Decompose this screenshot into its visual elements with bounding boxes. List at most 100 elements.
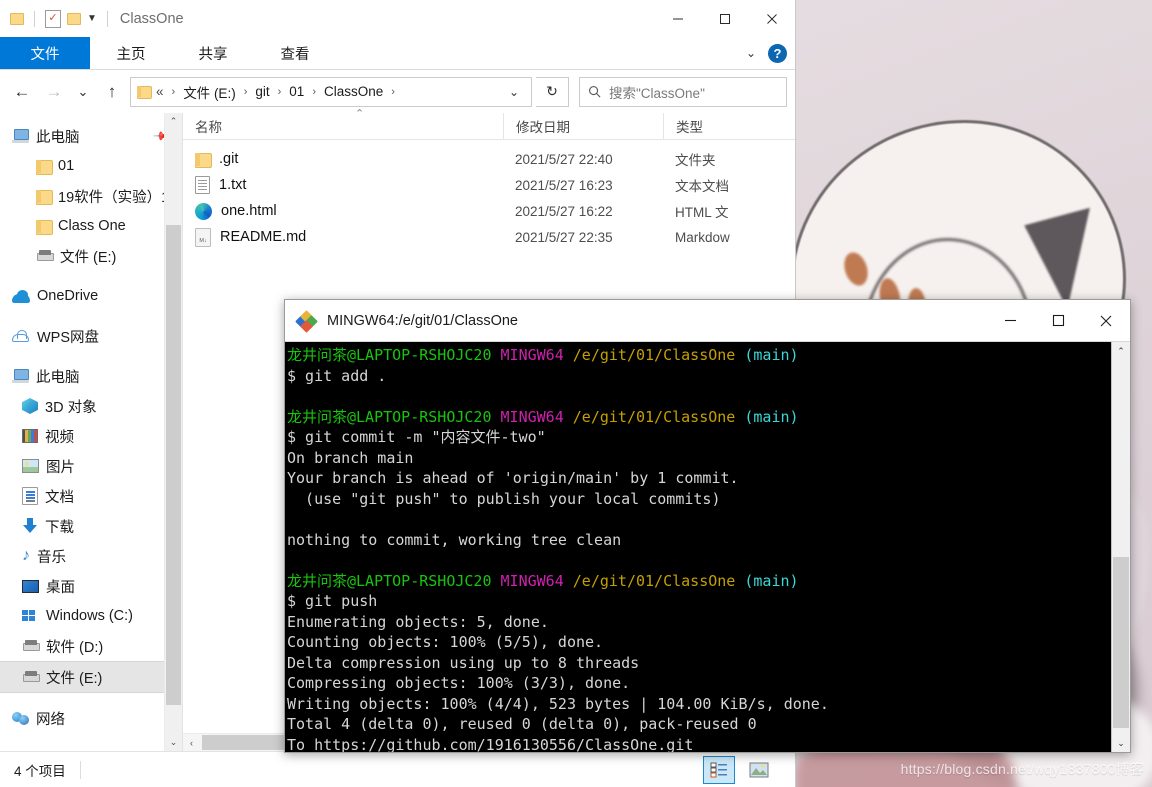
ribbon-right-controls: ⌄ ? (746, 37, 787, 69)
close-button[interactable] (748, 0, 795, 37)
refresh-button[interactable]: ↻ (536, 76, 569, 107)
help-button[interactable]: ? (768, 43, 787, 63)
folder-icon (195, 152, 212, 168)
terminal-body[interactable]: 龙井问茶@LAPTOP-RSHOJC20 MINGW64 /e/git/01/C… (285, 342, 1130, 752)
scrollbar-thumb[interactable] (166, 225, 181, 705)
sidebar-item-network[interactable]: 网络 (0, 703, 182, 733)
breadcrumb-prefix: « (156, 84, 164, 99)
breadcrumb-item-drive[interactable]: 文件 (E:) (180, 80, 239, 104)
details-view-button[interactable] (703, 755, 735, 784)
network-icon (12, 711, 29, 726)
breadcrumb-separator: › (312, 85, 316, 98)
sidebar-item-windows-c[interactable]: Windows (C:) (0, 601, 182, 631)
file-name: 1.txt (219, 177, 247, 193)
video-icon (22, 429, 38, 443)
terminal-line: On branch main (287, 448, 414, 467)
address-dropdown-icon[interactable]: ⌄ (501, 85, 527, 99)
minimize-button[interactable] (654, 0, 701, 37)
terminal-titlebar: MINGW64:/e/git/01/ClassOne (285, 300, 1130, 342)
up-button[interactable]: ↑ (98, 77, 126, 107)
quick-access-toolbar: ▼ ClassOne (0, 9, 184, 28)
navpane-scrollbar[interactable]: ⌃ ⌄ (164, 113, 182, 751)
sidebar-item-quick-pc[interactable]: 此电脑 📌 (0, 121, 182, 151)
sidebar-item-label: 3D 对象 (45, 399, 97, 416)
chevron-down-icon[interactable]: ⌄ (165, 734, 182, 751)
recent-locations-button[interactable]: ⌄ (72, 77, 94, 107)
file-name-cell: M↓ README.md (183, 227, 503, 247)
ribbon-tabs: 文件 主页 共享 查看 ⌄ ? (0, 37, 795, 70)
table-row[interactable]: 1.txt 2021/5/27 16:23 文本文档 (183, 172, 795, 198)
address-breadcrumb-box[interactable]: « › 文件 (E:) › git › 01 › ClassOne › ⌄ (130, 76, 532, 107)
maximize-button[interactable] (701, 0, 748, 37)
sidebar-item-01[interactable]: 01 (0, 151, 182, 181)
chevron-down-icon[interactable]: ⌄ (746, 46, 756, 60)
sidebar-item-label: 网络 (36, 711, 65, 728)
terminal-output[interactable]: 龙井问茶@LAPTOP-RSHOJC20 MINGW64 /e/git/01/C… (285, 342, 1111, 752)
drive-icon (22, 640, 40, 652)
sidebar-item-drive-e-quick[interactable]: 文件 (E:) (0, 241, 182, 271)
properties-checkbox-icon[interactable] (45, 9, 61, 28)
breadcrumb-item-git[interactable]: git (252, 82, 272, 101)
column-header-type[interactable]: 类型 (663, 113, 783, 139)
onedrive-icon (12, 289, 30, 303)
sidebar-item-drive-e[interactable]: 文件 (E:) (0, 661, 182, 693)
sidebar-item-pictures[interactable]: 图片 (0, 451, 182, 481)
sidebar-item-onedrive[interactable]: OneDrive (0, 281, 182, 311)
forward-button[interactable]: → (40, 77, 68, 107)
search-input[interactable]: 搜索"ClassOne" (609, 82, 705, 102)
sidebar-item-label: Class One (58, 218, 126, 234)
sidebar-item-19soft[interactable]: 19软件（实验）1 (0, 181, 182, 211)
column-headers: 名称 修改日期 类型 ⌃ (183, 108, 795, 140)
maximize-button[interactable] (1034, 300, 1082, 341)
tab-view[interactable]: 查看 (254, 37, 336, 69)
close-button[interactable] (1082, 300, 1130, 341)
sidebar-item-downloads[interactable]: 下载 (0, 511, 182, 541)
column-header-name[interactable]: 名称 (183, 113, 503, 139)
tab-file[interactable]: 文件 (0, 37, 90, 69)
breadcrumb-item-01[interactable]: 01 (286, 82, 307, 101)
table-row[interactable]: one.html 2021/5/27 16:22 HTML 文 (183, 198, 795, 224)
address-bar: ← → ⌄ ↑ « › 文件 (E:) › git › 01 › ClassOn… (0, 70, 795, 113)
chevron-left-icon[interactable]: ‹ (183, 738, 200, 748)
download-icon (22, 518, 38, 534)
sidebar-item-wps-cloud[interactable]: WPS网盘 (0, 321, 182, 351)
chevron-down-icon[interactable]: ⌄ (1112, 734, 1130, 752)
sidebar-item-label: 文档 (45, 489, 74, 506)
sidebar-item-3d-objects[interactable]: 3D 对象 (0, 391, 182, 421)
breadcrumb-separator: › (171, 85, 176, 98)
back-button[interactable]: ← (8, 77, 36, 107)
sidebar-item-label: 软件 (D:) (46, 639, 104, 656)
breadcrumb-item-classone[interactable]: ClassOne (321, 82, 386, 101)
terminal-scrollbar[interactable]: ⌃ ⌄ (1111, 342, 1130, 752)
sidebar-item-drive-d[interactable]: 软件 (D:) (0, 631, 182, 661)
scrollbar-thumb[interactable] (1113, 557, 1129, 728)
table-row[interactable]: M↓ README.md 2021/5/27 22:35 Markdow (183, 224, 795, 250)
large-icons-view-button[interactable] (743, 756, 775, 784)
search-box[interactable]: 搜索"ClassOne" (579, 76, 787, 107)
sidebar-item-desktop[interactable]: 桌面 (0, 571, 182, 601)
new-folder-icon[interactable] (67, 12, 81, 25)
table-row[interactable]: .git 2021/5/27 22:40 文件夹 (183, 146, 795, 172)
explorer-window-controls (654, 0, 795, 37)
sidebar-item-videos[interactable]: 视频 (0, 421, 182, 451)
file-type: HTML 文 (675, 205, 729, 220)
sidebar-item-this-pc[interactable]: 此电脑 (0, 361, 182, 391)
sidebar-item-class-one[interactable]: Class One (0, 211, 182, 241)
minimize-button[interactable] (986, 300, 1034, 341)
folder-icon[interactable] (10, 12, 24, 25)
sidebar-item-music[interactable]: ♪ 音乐 (0, 541, 182, 571)
tab-share[interactable]: 共享 (172, 37, 254, 69)
column-header-date[interactable]: 修改日期 (503, 113, 663, 139)
search-icon (589, 86, 601, 98)
chevron-down-icon[interactable]: ▼ (87, 13, 97, 24)
sidebar-item-documents[interactable]: 文档 (0, 481, 182, 511)
tab-home[interactable]: 主页 (90, 37, 172, 69)
chevron-up-icon[interactable]: ⌃ (165, 113, 182, 130)
terminal-window-controls (986, 300, 1130, 341)
chevron-up-icon[interactable]: ⌃ (1112, 342, 1130, 360)
